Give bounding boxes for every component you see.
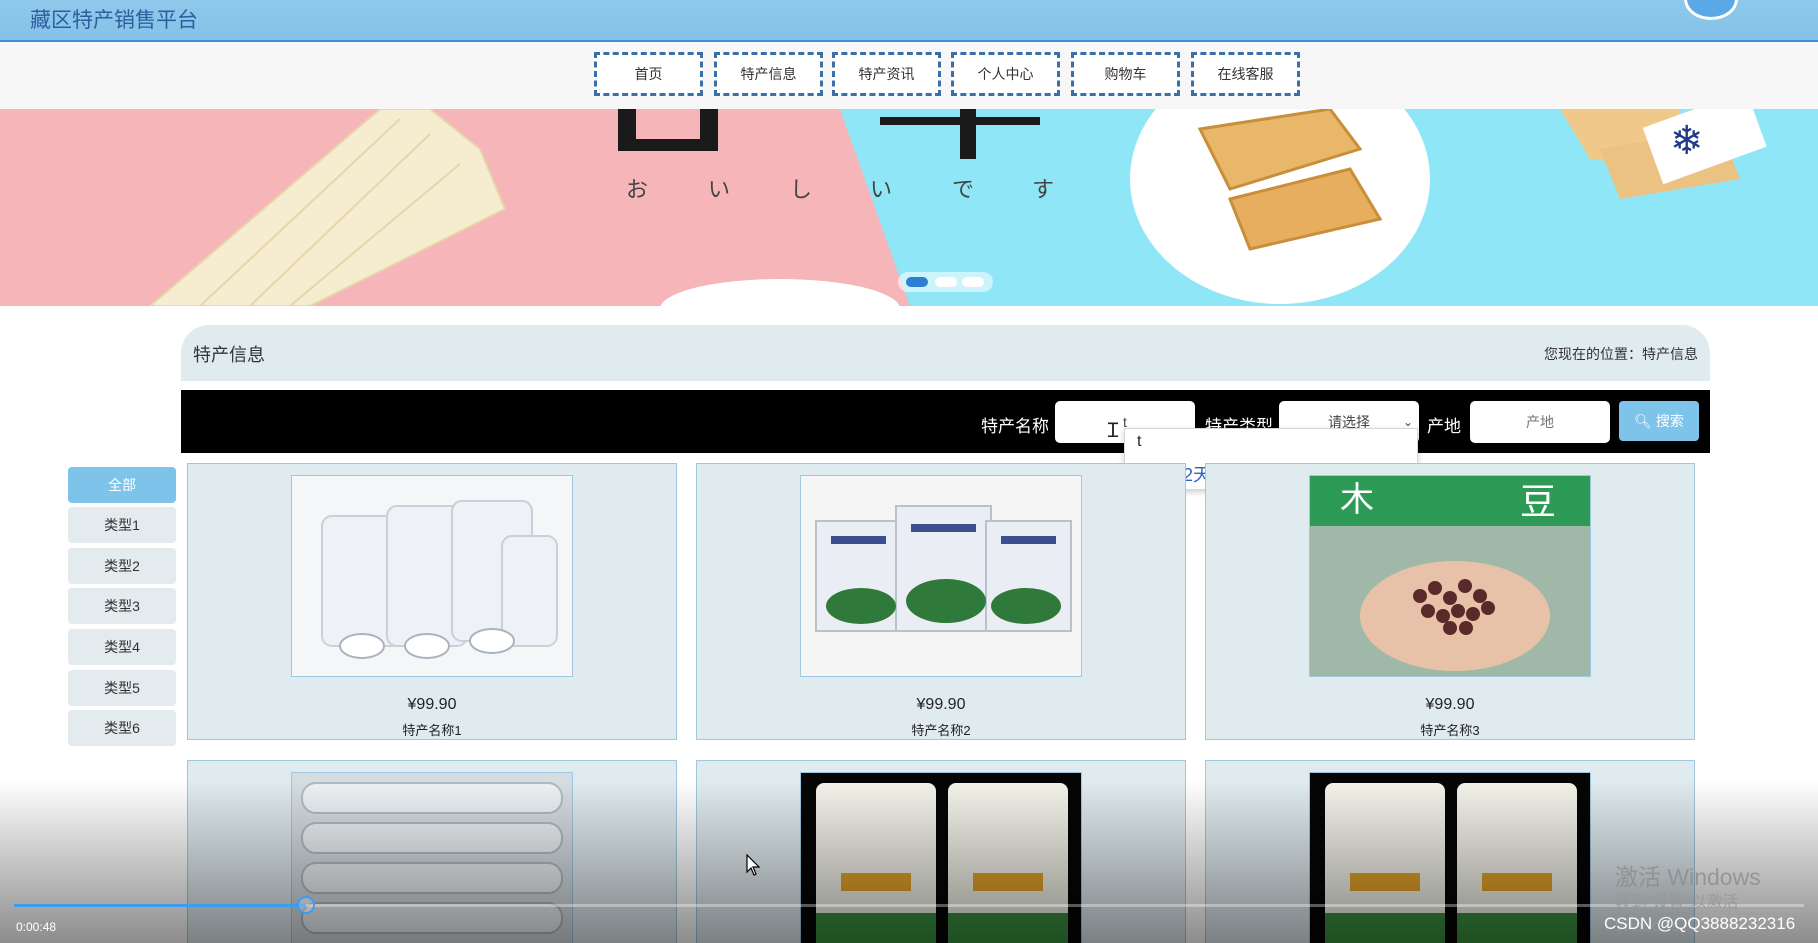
carousel-indicators [898, 272, 993, 292]
product-card[interactable] [187, 760, 677, 943]
video-progress-handle[interactable] [296, 896, 315, 914]
site-title: 藏区特产销售平台 [30, 9, 198, 32]
text-cursor-icon: Ｉ [1103, 420, 1123, 442]
category-type3[interactable]: 类型3 [68, 588, 176, 624]
product-name: 特产名称2 [911, 723, 971, 738]
origin-input[interactable] [1470, 401, 1610, 443]
product-card[interactable] [696, 760, 1186, 943]
product-price: ¥99.90 [916, 696, 966, 713]
svg-text:❄: ❄ [1670, 118, 1704, 164]
nav-home[interactable]: 首页 [594, 52, 703, 96]
product-price: ¥99.90 [1425, 696, 1475, 713]
origin-label: 产地 [1427, 417, 1461, 436]
csdn-watermark: CSDN @QQ3888232316 [1604, 914, 1796, 933]
user-avatar[interactable] [1684, 0, 1738, 20]
product-name: 特产名称1 [402, 723, 462, 738]
video-progress-bar[interactable] [14, 896, 1804, 914]
product-card[interactable]: ¥99.90 特产名称1 [187, 463, 677, 740]
section-header: 特产信息 您现在的位置：特产信息 [181, 325, 1710, 381]
search-button[interactable]: 🔍︎ 搜索 [1619, 401, 1699, 441]
category-type5[interactable]: 类型5 [68, 670, 176, 706]
nav-profile[interactable]: 个人中心 [951, 52, 1060, 96]
ime-composition: t [1137, 433, 1142, 450]
category-type4[interactable]: 类型4 [68, 629, 176, 665]
svg-text:豆: 豆 [1520, 482, 1556, 523]
product-image [291, 475, 573, 677]
category-type2[interactable]: 类型2 [68, 548, 176, 584]
search-icon: 🔍︎ [1634, 413, 1652, 429]
product-name: 特产名称3 [1420, 723, 1480, 738]
carousel-dot-3[interactable] [962, 277, 984, 287]
product-price: ¥99.90 [407, 696, 457, 713]
section-title: 特产信息 [193, 345, 265, 365]
product-card[interactable]: ¥99.90 特产名称2 [696, 463, 1186, 740]
product-image [800, 772, 1082, 943]
search-button-label: 搜索 [1655, 413, 1684, 429]
category-all[interactable]: 全部 [68, 467, 176, 503]
video-progress-fill [14, 904, 306, 907]
nav-products[interactable]: 特产信息 [714, 52, 823, 96]
product-image [800, 475, 1082, 677]
product-image: 木 豆 [1309, 475, 1591, 677]
search-bar: 特产名称 特产类型 请选择 ⌄ 产地 🔍︎ 搜索 [181, 390, 1710, 453]
nav-cart[interactable]: 购物车 [1071, 52, 1180, 96]
video-time: 0:00:48 [16, 920, 57, 934]
main-nav: 首页 特产信息 特产资讯 个人中心 购物车 在线客服 [0, 42, 1818, 109]
windows-activation-watermark: 激活 Windows [1615, 864, 1761, 890]
category-type6[interactable]: 类型6 [68, 710, 176, 746]
product-image [291, 772, 573, 943]
product-card[interactable]: 木 豆 ¥99.90 特产名称3 [1205, 463, 1695, 740]
product-image [1309, 772, 1591, 943]
breadcrumb: 您现在的位置：特产信息 [1544, 346, 1698, 362]
svg-text:木: 木 [1340, 480, 1374, 520]
carousel-dot-2[interactable] [935, 277, 957, 287]
product-name-label: 特产名称 [981, 417, 1049, 436]
top-header-bar: 藏区特产销售平台 [0, 0, 1818, 42]
carousel-dot-1[interactable] [906, 277, 928, 287]
nav-news[interactable]: 特产资讯 [832, 52, 941, 96]
category-type1[interactable]: 类型1 [68, 507, 176, 543]
nav-support[interactable]: 在线客服 [1191, 52, 1300, 96]
mouse-pointer-icon [746, 853, 761, 881]
